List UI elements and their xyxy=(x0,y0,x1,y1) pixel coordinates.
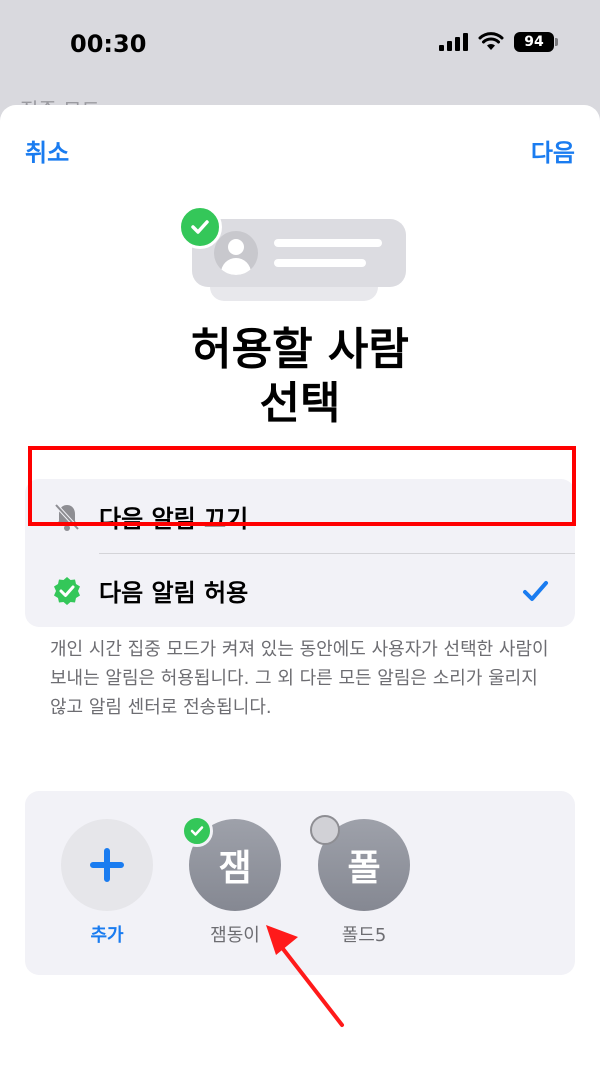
status-bar: 00:30 94 xyxy=(0,0,600,100)
status-icons: 94 xyxy=(439,32,558,52)
notification-options: 다음 알림 끄기 다음 알림 허용 xyxy=(25,479,575,627)
checkmark-icon xyxy=(523,581,548,601)
person-name: 잼동이 xyxy=(210,925,260,946)
plus-icon xyxy=(90,848,124,882)
description-text: 개인 시간 집중 모드가 켜져 있는 동안에도 사용자가 선택한 사람이 보내는… xyxy=(50,639,549,718)
status-time: 00:30 xyxy=(70,30,147,58)
unselected-circle-icon xyxy=(310,815,340,845)
option-allow-notifications[interactable]: 다음 알림 허용 xyxy=(25,555,575,625)
modal-sheet: 취소 다음 허용할 사람 선택 다음 알림 끄기 다음 알림 허용 개인 시간 … xyxy=(0,105,600,1067)
bell-slash-icon xyxy=(54,503,80,531)
page-title: 허용할 사람 선택 xyxy=(0,323,600,431)
hero-illustration xyxy=(178,205,418,315)
hero-text-line xyxy=(274,239,382,247)
checkmark-seal-icon xyxy=(54,577,80,605)
person-icon xyxy=(214,231,258,275)
contact-fold5[interactable]: 폴 폴드5 xyxy=(310,815,414,947)
people-list: 추가 잼 잼동이 폴 폴드5 xyxy=(25,791,575,975)
hero-card xyxy=(192,219,406,287)
add-person-button[interactable]: 추가 xyxy=(57,819,157,947)
battery-icon: 94 xyxy=(514,32,558,52)
signal-icon xyxy=(439,33,468,51)
title-line-1: 허용할 사람 xyxy=(191,324,409,375)
cancel-button[interactable]: 취소 xyxy=(25,133,69,168)
contact-jamdongi[interactable]: 잼 잼동이 xyxy=(181,815,285,947)
option-silence-notifications[interactable]: 다음 알림 끄기 xyxy=(25,481,575,551)
divider xyxy=(99,553,575,554)
title-line-2: 선택 xyxy=(259,378,341,429)
next-button[interactable]: 다음 xyxy=(531,133,575,168)
checkmark-icon xyxy=(181,815,213,847)
add-circle[interactable] xyxy=(61,819,153,911)
option-label: 다음 알림 허용 xyxy=(99,578,249,607)
hero-text-line xyxy=(274,259,366,267)
wifi-icon xyxy=(478,32,504,50)
person-name: 폴드5 xyxy=(341,925,387,946)
person-name: 추가 xyxy=(90,925,124,946)
option-label: 다음 알림 끄기 xyxy=(99,504,249,533)
checkmark-icon xyxy=(178,205,222,249)
